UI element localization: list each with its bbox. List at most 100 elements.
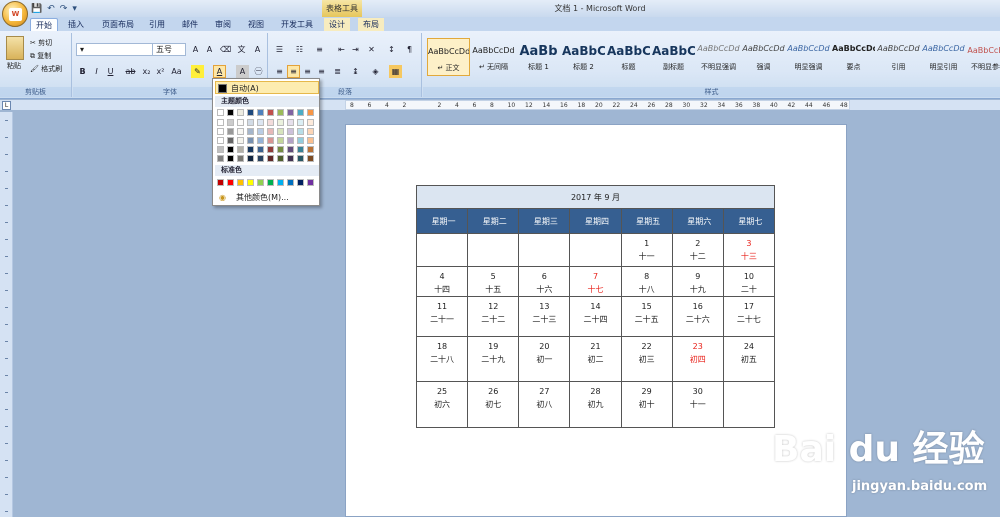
style-item[interactable]: AaBbCcDd 要点 xyxy=(832,38,875,76)
theme-color-swatch[interactable] xyxy=(267,119,274,126)
theme-color-swatch[interactable] xyxy=(257,119,264,126)
theme-color-swatch[interactable] xyxy=(237,119,244,126)
calendar-day-cell[interactable]: 23 初四 xyxy=(671,336,724,382)
chinese-layout-icon[interactable]: ✕ xyxy=(365,43,378,56)
paste-button[interactable]: 粘贴 xyxy=(7,61,21,72)
theme-color-swatch[interactable] xyxy=(307,137,314,144)
standard-color-swatch[interactable] xyxy=(267,179,274,186)
customize-icon[interactable]: ▾ xyxy=(72,4,77,14)
tab-design[interactable]: 设计 xyxy=(324,18,350,31)
calendar-day-cell[interactable]: 6 十六 xyxy=(518,266,571,297)
calendar-day-cell[interactable]: 11 二十一 xyxy=(415,296,469,337)
calendar-day-cell[interactable]: 29 初十 xyxy=(620,381,673,428)
calendar-day-cell[interactable]: 7 十七 xyxy=(569,266,622,297)
theme-color-swatch[interactable] xyxy=(247,119,254,126)
calendar-day-cell[interactable]: 21 初二 xyxy=(569,336,622,382)
weekday-header[interactable]: 星期三 xyxy=(518,208,571,234)
style-item[interactable]: AaBbCcDd ↵ 正文 xyxy=(427,38,470,76)
calendar-day-cell[interactable]: 20 初一 xyxy=(518,336,571,382)
tab-references[interactable]: 引用 xyxy=(144,18,170,31)
cut-button[interactable]: ✂ 剪切 xyxy=(30,38,52,49)
shrink-font-icon[interactable]: A xyxy=(203,43,216,56)
weekday-header[interactable]: 星期七 xyxy=(722,208,776,234)
theme-color-swatch[interactable] xyxy=(277,146,284,153)
calendar-day-cell[interactable]: 4 十四 xyxy=(415,266,469,297)
horizontal-ruler[interactable]: 8 6 4 2 2 4 6 8 10 12 14 16 18 20 22 24 26 28 30 32 34 36 38 40… xyxy=(345,100,850,110)
theme-color-swatch[interactable] xyxy=(237,128,244,135)
theme-color-swatch[interactable] xyxy=(277,128,284,135)
bullets-icon[interactable]: ☰ xyxy=(273,43,286,56)
style-item[interactable]: AaBbC 标题 2 xyxy=(562,38,605,76)
calendar-day-cell[interactable]: 1 十一 xyxy=(620,233,673,267)
calendar-day-cell[interactable]: 8 十八 xyxy=(620,266,673,297)
standard-color-swatch[interactable] xyxy=(217,179,224,186)
increase-indent-icon[interactable]: ⇥ xyxy=(349,43,362,56)
calendar-day-cell[interactable]: 9 十九 xyxy=(671,266,724,297)
tab-developer[interactable]: 开发工具 xyxy=(276,18,318,31)
weekday-header[interactable]: 星期四 xyxy=(569,208,622,234)
theme-color-swatch[interactable] xyxy=(247,128,254,135)
theme-color-swatch[interactable] xyxy=(227,146,234,153)
shading-icon[interactable]: ◈ xyxy=(369,65,382,78)
style-item[interactable]: AaBbCcDd 不明显强调 xyxy=(697,38,740,76)
theme-color-swatch[interactable] xyxy=(217,155,224,162)
calendar-day-cell[interactable]: 24 初五 xyxy=(722,336,776,382)
calendar-day-cell[interactable]: 13 二十三 xyxy=(518,296,571,337)
theme-color-swatch[interactable] xyxy=(237,146,244,153)
align-center-icon[interactable]: ≡ xyxy=(287,65,300,78)
underline-icon[interactable]: U xyxy=(104,65,117,78)
theme-color-swatch[interactable] xyxy=(307,109,314,116)
theme-color-swatch[interactable] xyxy=(297,137,304,144)
calendar-day-cell[interactable]: 15 二十五 xyxy=(620,296,673,337)
theme-color-swatch[interactable] xyxy=(307,146,314,153)
standard-color-swatch[interactable] xyxy=(227,179,234,186)
tab-insert[interactable]: 插入 xyxy=(63,18,89,31)
clear-format-icon[interactable]: ⌫ xyxy=(219,43,232,56)
theme-color-swatch[interactable] xyxy=(217,128,224,135)
theme-color-swatch[interactable] xyxy=(237,137,244,144)
theme-color-swatch[interactable] xyxy=(267,137,274,144)
paste-icon[interactable] xyxy=(6,36,24,60)
style-item[interactable]: AaBbC 副标题 xyxy=(652,38,695,76)
tab-review[interactable]: 审阅 xyxy=(210,18,236,31)
calendar-table[interactable]: 2017 年 9 月 星期一 星期二 星期三 星期四 星期五 星期六 星期七 1 十一 2 十二 3… xyxy=(415,185,776,428)
calendar-day-cell[interactable]: 30 十一 xyxy=(671,381,724,428)
calendar-day-cell[interactable]: 2 十二 xyxy=(671,233,724,267)
theme-color-swatch[interactable] xyxy=(287,128,294,135)
calendar-day-cell[interactable] xyxy=(467,233,520,267)
tab-selector-icon[interactable]: L xyxy=(2,101,11,110)
theme-color-swatch[interactable] xyxy=(297,146,304,153)
strikethrough-icon[interactable]: ab xyxy=(124,65,137,78)
auto-color-item[interactable]: 自动(A) xyxy=(215,81,319,94)
phonetic-icon[interactable]: 文 xyxy=(235,43,248,56)
calendar-day-cell[interactable] xyxy=(518,233,571,267)
theme-color-swatch[interactable] xyxy=(237,109,244,116)
style-item[interactable]: AaBbCcDd 强调 xyxy=(742,38,785,76)
theme-color-swatch[interactable] xyxy=(217,137,224,144)
theme-color-swatch[interactable] xyxy=(257,155,264,162)
highlight-icon[interactable]: ✎ xyxy=(191,65,204,78)
line-spacing-icon[interactable]: ↨ xyxy=(349,65,362,78)
theme-color-swatch[interactable] xyxy=(257,128,264,135)
theme-color-swatch[interactable] xyxy=(287,155,294,162)
numbering-icon[interactable]: ☷ xyxy=(293,43,306,56)
theme-color-swatch[interactable] xyxy=(257,137,264,144)
theme-color-swatch[interactable] xyxy=(277,119,284,126)
theme-color-swatch[interactable] xyxy=(247,146,254,153)
theme-color-swatch[interactable] xyxy=(267,109,274,116)
calendar-day-cell[interactable]: 26 初七 xyxy=(467,381,520,428)
theme-color-swatch[interactable] xyxy=(257,146,264,153)
theme-color-swatch[interactable] xyxy=(227,128,234,135)
calendar-day-cell[interactable]: 12 二十二 xyxy=(467,296,520,337)
char-shading-icon[interactable]: A xyxy=(236,65,249,78)
standard-color-swatch[interactable] xyxy=(307,179,314,186)
theme-color-swatch[interactable] xyxy=(217,119,224,126)
calendar-day-cell[interactable]: 17 二十七 xyxy=(722,296,776,337)
weekday-header[interactable]: 星期一 xyxy=(415,208,469,234)
tab-view[interactable]: 视图 xyxy=(243,18,269,31)
style-item[interactable]: AaBb 标题 1 xyxy=(517,38,560,76)
format-painter-button[interactable]: 🖌 格式刷 xyxy=(30,64,62,75)
weekday-header[interactable]: 星期六 xyxy=(671,208,724,234)
calendar-day-cell[interactable]: 25 初六 xyxy=(415,381,469,428)
theme-color-swatch[interactable] xyxy=(227,109,234,116)
